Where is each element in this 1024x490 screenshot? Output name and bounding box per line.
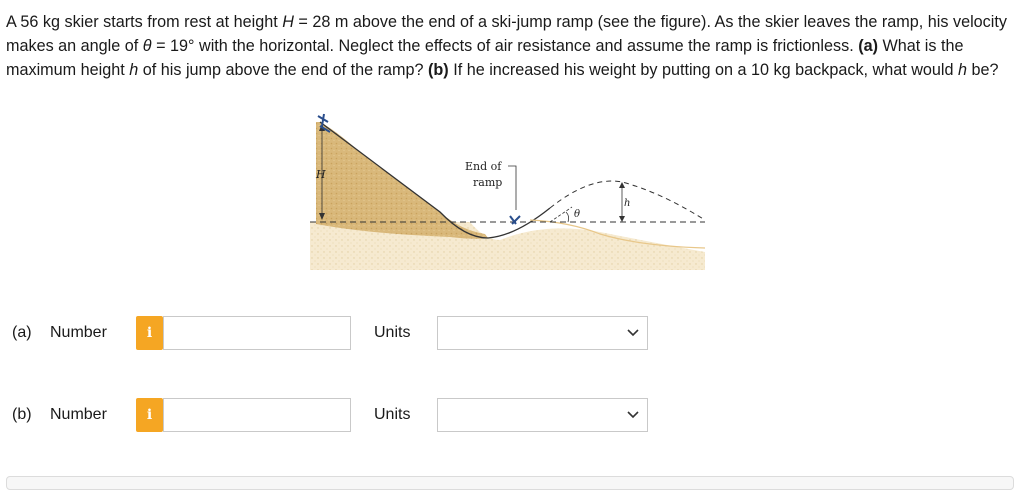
part-label: (b) [12,406,32,423]
variable-theta: θ [142,37,152,55]
info-icon[interactable]: i [136,398,163,432]
number-input-a[interactable] [163,316,351,350]
units-select-a[interactable] [437,316,648,350]
units-select-b[interactable] [437,398,648,432]
part-a-label: (a) [858,37,879,55]
question-part: = 19° with the horizontal. Neglect the e… [151,37,859,55]
question-text: A 56 kg skier starts from rest at height… [6,10,1011,82]
info-icon[interactable]: i [136,316,163,350]
variable-H: H [282,13,294,31]
variable-h: h [958,61,968,79]
part-b-label: (b) [428,61,449,79]
chevron-down-icon [627,411,639,419]
question-part: A 56 kg skier starts from rest at height [6,13,283,31]
H-label: H [315,168,326,181]
chevron-down-icon [627,329,639,337]
units-label: Units [374,406,411,423]
theta-arc [565,211,570,223]
variable-h: h [129,61,139,79]
question-part: be? [967,61,999,79]
bottom-panel-edge [6,476,1014,490]
units-label: Units [374,324,411,341]
part-label: (a) [12,324,32,341]
ramp-hill [316,122,488,239]
number-label: Number [50,324,107,341]
question-part: If he increased his weight by putting on… [448,61,959,79]
end-of-ramp-label: End of [465,160,502,173]
number-input-b[interactable] [163,398,351,432]
end-of-ramp-pointer [508,165,517,210]
question-part: of his jump above the end of the ramp? [138,61,429,79]
end-of-ramp-label: ramp [473,176,502,189]
theta-label: θ [574,209,580,220]
skier-bottom-icon [509,215,521,225]
number-label: Number [50,406,107,423]
ski-jump-figure: H End of ramp θ h [310,113,705,270]
h-label: h [624,198,630,209]
